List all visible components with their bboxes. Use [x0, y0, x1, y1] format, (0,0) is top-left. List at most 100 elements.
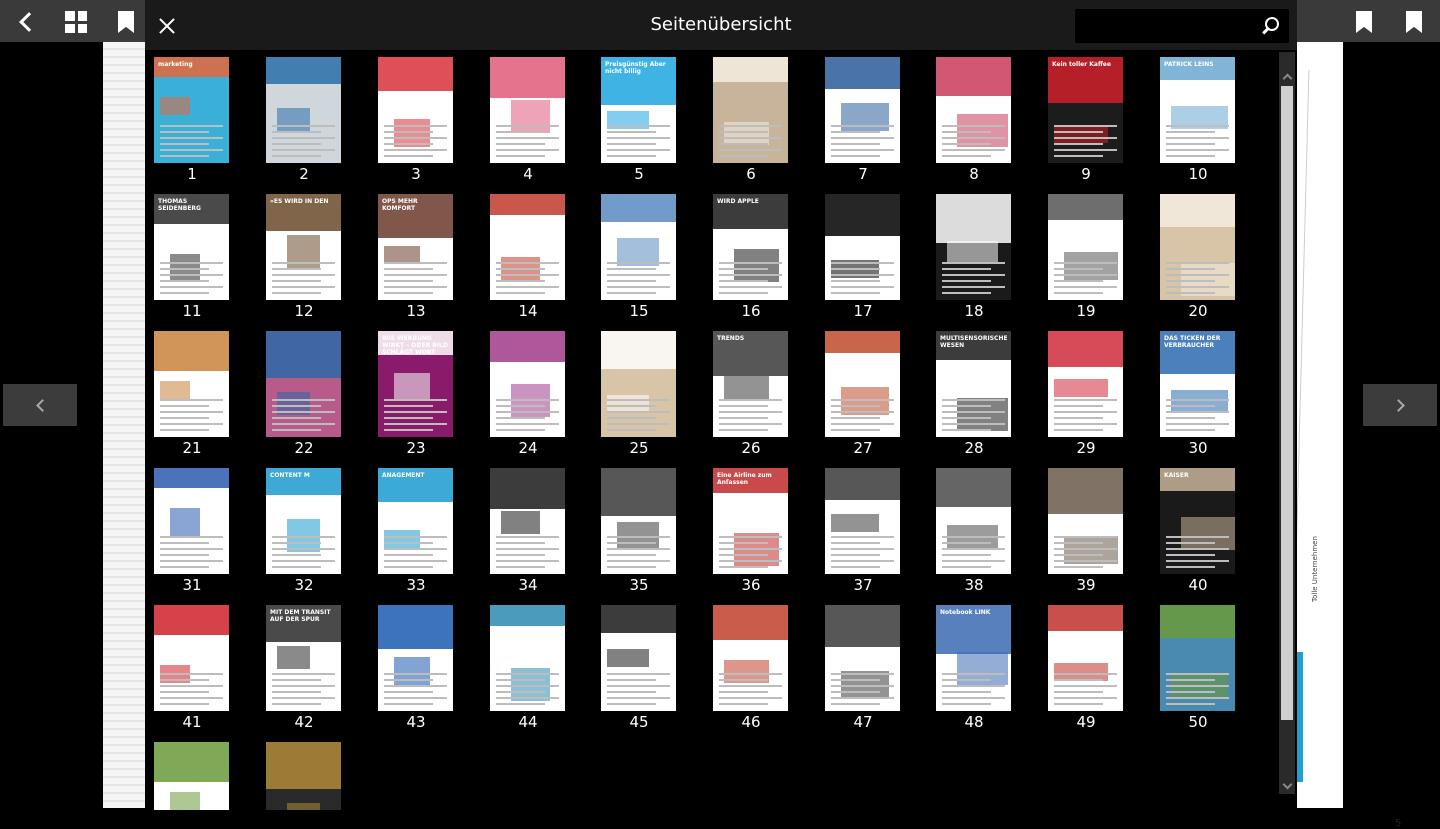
page-thumbnail-number: 15	[629, 302, 649, 320]
page-thumbnail[interactable]: 7	[825, 57, 901, 183]
scrollbar-thumb[interactable]	[1281, 86, 1293, 720]
page-thumbnail-image	[601, 331, 676, 437]
page-thumbnail[interactable]: 34	[490, 468, 566, 594]
page-thumbnail[interactable]: Preisgünstig Aber nicht billig 5	[601, 57, 677, 183]
bookmark-button-3[interactable]	[1398, 6, 1430, 38]
search-icon[interactable]	[1261, 17, 1279, 35]
search-input[interactable]	[1081, 15, 1251, 37]
bookmark-button-2[interactable]	[1348, 6, 1380, 38]
page-thumbnail[interactable]: OPS MEHR KOMFORT 13	[378, 194, 454, 320]
page-thumbnail-number: 45	[629, 713, 649, 731]
page-thumbnail-image: DAS TICKEN DER VERBRAUCHER	[1160, 331, 1235, 437]
page-thumbnail[interactable]: MIT DEM TRANSIT AUF DER SPUR 42	[266, 605, 342, 731]
thumbnail-grid: marketing 1 2 3 4 Preisgünstig Aber nicht bil…	[145, 52, 1275, 810]
page-thumbnail-image: THOMAS SEIDENBERG	[154, 194, 229, 300]
page-thumbnail[interactable]: 45	[601, 605, 677, 731]
page-thumbnail[interactable]: 21	[154, 331, 230, 457]
page-thumbnail-number: 40	[1188, 576, 1208, 594]
page-thumbnail[interactable]: 46	[713, 605, 789, 731]
page-thumbnail[interactable]: 14	[490, 194, 566, 320]
page-thumbnail[interactable]: WIE WERBUNG WIRKT – ODER BILD SCHLÄGT WO…	[378, 331, 454, 457]
page-thumbnail[interactable]: 27	[825, 331, 901, 457]
page-thumbnail[interactable]: 51	[154, 742, 230, 810]
page-thumbnail[interactable]: 24	[490, 331, 566, 457]
page-thumbnail[interactable]: 37	[825, 468, 901, 594]
page-thumbnail[interactable]: 52	[266, 742, 342, 810]
page-thumbnail-number: 22	[294, 439, 314, 457]
page-thumbnail[interactable]: WIRD APPLE 16	[713, 194, 789, 320]
page-thumbnail[interactable]: 39	[1048, 468, 1124, 594]
page-thumbnail-image	[713, 605, 788, 711]
page-thumbnail[interactable]: 20	[1160, 194, 1236, 320]
page-thumbnail-number: 14	[518, 302, 538, 320]
page-thumbnail-number: 9	[1081, 165, 1091, 183]
page-thumbnail-number: 18	[964, 302, 984, 320]
search-box[interactable]	[1075, 9, 1289, 43]
page-thumbnail-number: 38	[964, 576, 984, 594]
bookmark-button[interactable]	[110, 6, 142, 38]
page-thumbnail[interactable]: KAISER 40	[1160, 468, 1236, 594]
page-thumbnail[interactable]: 18	[936, 194, 1012, 320]
page-thumbnail-number: 34	[518, 576, 538, 594]
page-thumbnail-headline: KAISER	[1164, 472, 1189, 479]
page-thumbnail[interactable]: CONTENT M 32	[266, 468, 342, 594]
page-thumbnail[interactable]: 44	[490, 605, 566, 731]
page-thumbnail[interactable]: 22	[266, 331, 342, 457]
page-thumbnail[interactable]: 19	[1048, 194, 1124, 320]
page-thumbnail[interactable]: DAS TICKEN DER VERBRAUCHER 30	[1160, 331, 1236, 457]
page-thumbnail-number: 11	[182, 302, 202, 320]
page-thumbnail[interactable]: Notebook LINK 48	[936, 605, 1012, 731]
page-thumbnail-number: 5	[634, 165, 644, 183]
page-thumbnail[interactable]: 25	[601, 331, 677, 457]
page-thumbnail[interactable]: 41	[154, 605, 230, 731]
page-number: 5	[1395, 818, 1402, 829]
page-thumbnail[interactable]: marketing 1	[154, 57, 230, 183]
page-thumbnail-number: 2	[299, 165, 309, 183]
scroll-down-button[interactable]	[1279, 778, 1295, 794]
page-thumbnail[interactable]: MULTISENSORISCHE WESEN 28	[936, 331, 1012, 457]
previous-page-button[interactable]	[3, 384, 77, 426]
page-thumbnail[interactable]: ANAGEMENT 33	[378, 468, 454, 594]
next-page-button[interactable]	[1363, 384, 1437, 426]
scrollbar[interactable]	[1279, 52, 1295, 794]
page-thumbnail[interactable]: 6	[713, 57, 789, 183]
page-thumbnail[interactable]: Eine Airline zum Anfassen 36	[713, 468, 789, 594]
page-thumbnail-number: 13	[406, 302, 426, 320]
page-thumbnail[interactable]: THOMAS SEIDENBERG 11	[154, 194, 230, 320]
page-thumbnail-number: 23	[406, 439, 426, 457]
page-thumbnail[interactable]: 50	[1160, 605, 1236, 731]
page-thumbnail[interactable]: 43	[378, 605, 454, 731]
page-thumbnail[interactable]: »ES WIRD IN DEN 12	[266, 194, 342, 320]
chevron-up-icon	[1282, 73, 1292, 83]
page-thumbnail[interactable]: PATRICK LEINS 10	[1160, 57, 1236, 183]
page-thumbnail-image	[378, 605, 453, 711]
page-thumbnail-image	[825, 194, 900, 300]
page-thumbnail[interactable]: 8	[936, 57, 1012, 183]
page-thumbnail[interactable]: TRENDS 26	[713, 331, 789, 457]
page-thumbnail-image	[154, 468, 229, 574]
page-thumbnail-image: MIT DEM TRANSIT AUF DER SPUR	[266, 605, 341, 711]
page-thumbnail-number: 37	[853, 576, 873, 594]
page-thumbnail-number: 36	[741, 576, 761, 594]
grid-view-button[interactable]	[60, 6, 92, 38]
page-thumbnail-number: 32	[294, 576, 314, 594]
page-thumbnail[interactable]: 4	[490, 57, 566, 183]
scroll-up-button[interactable]	[1279, 68, 1295, 84]
page-thumbnail[interactable]: 17	[825, 194, 901, 320]
page-thumbnail[interactable]: 31	[154, 468, 230, 594]
page-thumbnail[interactable]: 15	[601, 194, 677, 320]
page-thumbnail-image: ANAGEMENT	[378, 468, 453, 574]
page-thumbnail[interactable]: Kein toller Kaffee 9	[1048, 57, 1124, 183]
page-thumbnail[interactable]: 29	[1048, 331, 1124, 457]
page-thumbnail[interactable]: 35	[601, 468, 677, 594]
page-thumbnail-number: 42	[294, 713, 314, 731]
page-thumbnail[interactable]: 2	[266, 57, 342, 183]
page-thumbnail-image	[490, 57, 565, 163]
page-thumbnail[interactable]: 47	[825, 605, 901, 731]
page-thumbnail-headline: OPS MEHR KOMFORT	[382, 198, 418, 212]
page-thumbnail-image	[1048, 605, 1123, 711]
back-button[interactable]	[10, 6, 42, 38]
page-thumbnail[interactable]: 38	[936, 468, 1012, 594]
page-thumbnail[interactable]: 3	[378, 57, 454, 183]
page-thumbnail[interactable]: 49	[1048, 605, 1124, 731]
